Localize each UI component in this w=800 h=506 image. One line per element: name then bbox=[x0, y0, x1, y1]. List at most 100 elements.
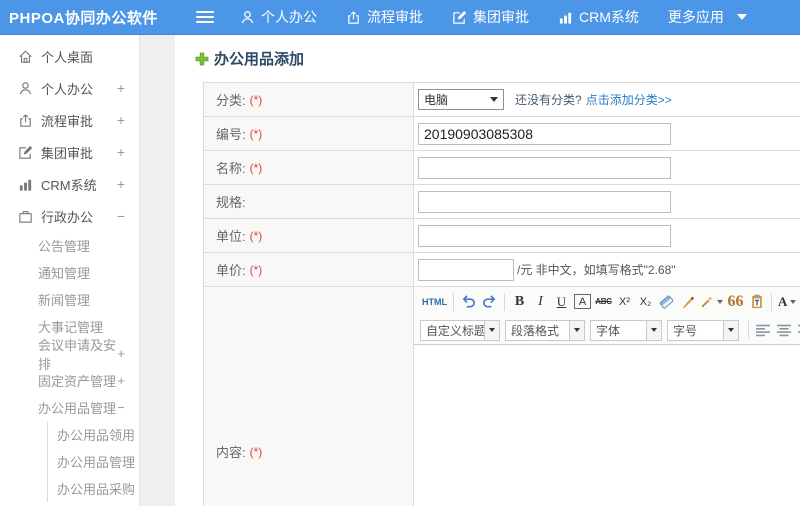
collapse-icon[interactable]: − bbox=[117, 400, 125, 415]
collapse-icon[interactable]: − bbox=[117, 208, 125, 224]
eraser-button[interactable] bbox=[658, 292, 675, 312]
name-label: 名称: bbox=[216, 161, 246, 176]
form-row-price: 单价: (*) /元 非中文，如填写格式"2.68" bbox=[204, 253, 800, 287]
expand-icon[interactable]: + bbox=[117, 112, 125, 128]
expand-icon[interactable]: + bbox=[117, 346, 125, 361]
app-logo: PHPOA协同办公软件 bbox=[9, 9, 158, 27]
dropdown-caret bbox=[646, 320, 661, 340]
briefcase-icon bbox=[19, 210, 32, 223]
sidebar-sub-submenu: 办公用品领用 办公用品管理 办公用品采购 bbox=[47, 421, 139, 502]
sidebar-subsubitem-label: 办公用品管理 bbox=[57, 455, 136, 470]
sidebar-subitem-fixed-assets-mgmt[interactable]: 固定资产管理 + bbox=[0, 367, 139, 394]
bold-button[interactable]: B bbox=[511, 292, 528, 312]
redo-button[interactable] bbox=[481, 292, 498, 312]
align-left-icon[interactable] bbox=[756, 324, 771, 337]
paragraph-format-dropdown[interactable]: 段落格式 bbox=[505, 319, 585, 341]
category-label: 分类: bbox=[216, 93, 246, 108]
required-mark: (*) bbox=[249, 126, 263, 141]
font-size-dropdown[interactable]: 字号 bbox=[667, 319, 739, 341]
underline-button[interactable]: U bbox=[553, 292, 570, 312]
sidebar-item-label: 集团审批 bbox=[41, 145, 94, 161]
sidebar-item-group-approval[interactable]: 集团审批 + bbox=[0, 136, 139, 168]
paste-text-button[interactable] bbox=[748, 292, 765, 312]
custom-title-dropdown[interactable]: 自定义标题 bbox=[420, 319, 500, 341]
superscript-button[interactable]: X² bbox=[616, 292, 633, 312]
sidebar-subitem-news-mgmt[interactable]: 新闻管理 bbox=[0, 286, 139, 313]
editor-toolbar-row1: HTML B I U A ABC X² X₂ 66 A bbox=[414, 287, 800, 316]
expand-icon[interactable]: + bbox=[117, 80, 125, 96]
html-source-button[interactable]: HTML bbox=[422, 292, 447, 312]
undo-button[interactable] bbox=[460, 292, 477, 312]
spec-input[interactable] bbox=[418, 190, 671, 213]
nav-item-label: 更多应用 bbox=[667, 9, 724, 25]
sidebar-subitem-label: 新闻管理 bbox=[38, 293, 91, 308]
form-row-unit: 单位: (*) bbox=[204, 219, 800, 253]
select-caret-icon bbox=[490, 97, 498, 102]
page-title: 办公用品添加 bbox=[214, 51, 305, 68]
bar-chart-icon bbox=[19, 179, 32, 191]
font-color-button[interactable]: A bbox=[778, 292, 797, 312]
unit-input[interactable] bbox=[418, 224, 671, 247]
name-input[interactable] bbox=[418, 156, 671, 179]
add-category-link[interactable]: 点击添加分类>> bbox=[586, 91, 672, 108]
nav-item-label: 流程审批 bbox=[367, 9, 423, 25]
price-input[interactable] bbox=[418, 258, 514, 281]
sidebar-subitem-office-supplies-mgmt[interactable]: 办公用品管理 − bbox=[0, 394, 139, 421]
expand-icon[interactable]: + bbox=[117, 373, 125, 388]
category-select[interactable]: 电脑 bbox=[418, 89, 504, 110]
form-row-code: 编号: (*) bbox=[204, 117, 800, 151]
sidebar-item-label: 流程审批 bbox=[41, 113, 94, 129]
italic-button[interactable]: I bbox=[532, 292, 549, 312]
bar-chart-icon bbox=[559, 12, 572, 24]
strikethrough-button[interactable]: ABC bbox=[595, 292, 612, 312]
hamburger-menu-icon[interactable] bbox=[196, 8, 214, 26]
code-input[interactable] bbox=[418, 122, 671, 145]
caret-down-icon bbox=[736, 14, 747, 20]
nav-item-workflow-approval[interactable]: 流程审批 bbox=[346, 7, 423, 27]
unit-label: 单位: bbox=[216, 229, 246, 244]
sidebar-subsubitem-supplies-manage[interactable]: 办公用品管理 bbox=[48, 448, 139, 475]
sidebar-subsubitem-supplies-claim[interactable]: 办公用品领用 bbox=[48, 421, 139, 448]
sidebar-subsubitem-supplies-purchase[interactable]: 办公用品采购 bbox=[48, 475, 139, 502]
dropdown-value: 段落格式 bbox=[511, 323, 560, 338]
sidebar-subitem-label: 公告管理 bbox=[38, 239, 91, 254]
sidebar-subsubitem-label: 办公用品领用 bbox=[57, 428, 136, 443]
format-brush-button[interactable] bbox=[679, 292, 696, 312]
nav-item-label: 个人办公 bbox=[261, 9, 317, 25]
sidebar-item-crm-system[interactable]: CRM系统 + bbox=[0, 168, 139, 200]
font-family-dropdown[interactable]: 字体 bbox=[590, 319, 662, 341]
form-row-name: 名称: (*) bbox=[204, 151, 800, 185]
nav-item-crm-system[interactable]: CRM系统 bbox=[558, 7, 639, 27]
sidebar-item-label: 个人办公 bbox=[41, 81, 94, 97]
sidebar-item-admin-office[interactable]: 行政办公 − bbox=[0, 200, 139, 232]
font-color-label: A bbox=[778, 293, 788, 309]
dropdown-caret bbox=[484, 320, 499, 340]
border-text-button[interactable]: A bbox=[574, 294, 591, 309]
add-supplies-form: 分类: (*) 电脑 还没有分类? 点击添加分类>> 编号: (*) 20190… bbox=[203, 82, 800, 506]
expand-icon[interactable]: + bbox=[117, 144, 125, 160]
sidebar-item-personal-office[interactable]: 个人办公 + bbox=[0, 72, 139, 104]
required-mark: (*) bbox=[249, 262, 263, 277]
add-plus-icon bbox=[195, 52, 209, 65]
sidebar-item-label: 个人桌面 bbox=[41, 49, 94, 65]
sidebar-item-workflow-approval[interactable]: 流程审批 + bbox=[0, 104, 139, 136]
code-label: 编号: bbox=[216, 127, 246, 142]
sidebar-subitem-notice-mgmt[interactable]: 通知管理 bbox=[0, 259, 139, 286]
redo-icon bbox=[483, 295, 496, 308]
nav-item-more-apps[interactable]: 更多应用 bbox=[668, 7, 747, 27]
align-center-icon[interactable] bbox=[777, 324, 792, 337]
eraser-icon bbox=[658, 294, 675, 309]
sidebar-item-personal-desktop[interactable]: 个人桌面 bbox=[0, 40, 139, 72]
sidebar-subitem-meeting-request[interactable]: 会议申请及安排 + bbox=[0, 338, 139, 372]
expand-icon[interactable]: + bbox=[117, 176, 125, 192]
main-area: 办公用品添加 分类: (*) 电脑 还没有分类? 点击添加分类>> 编号: (*… bbox=[140, 35, 800, 506]
sidebar-subitem-announcement-mgmt[interactable]: 公告管理 bbox=[0, 232, 139, 259]
editor-content-area[interactable] bbox=[414, 345, 800, 506]
category-hint: 还没有分类? bbox=[515, 93, 582, 107]
auto-typeset-button[interactable] bbox=[700, 292, 723, 312]
blockquote-button[interactable]: 66 bbox=[727, 292, 744, 312]
edit-square-icon bbox=[453, 10, 467, 24]
nav-item-group-approval[interactable]: 集团审批 bbox=[452, 7, 529, 27]
subscript-button[interactable]: X₂ bbox=[637, 292, 654, 312]
nav-item-personal-office[interactable]: 个人办公 bbox=[240, 7, 317, 27]
